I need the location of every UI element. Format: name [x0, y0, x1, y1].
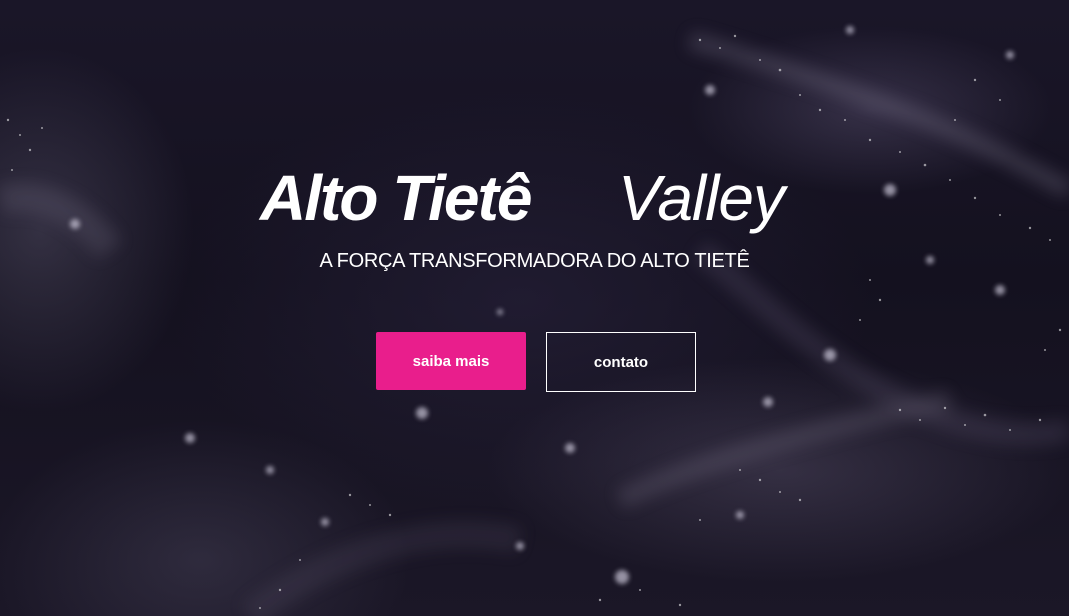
glow-dots [70, 26, 1014, 584]
saiba-mais-button[interactable]: saiba mais [376, 332, 526, 390]
smoke-waves [0, 31, 1069, 616]
particle-specks [6, 34, 1062, 609]
hero-section: Alto Tietê Valley A FORÇA TRANSFORMADORA… [0, 0, 1069, 616]
brand-title-bold: Alto Tietê [260, 162, 532, 234]
brand-tagline: A FORÇA TRANSFORMADORA DO ALTO TIETÊ [319, 250, 750, 272]
brand-title-light: Valley [618, 162, 785, 234]
particle-background [0, 26, 1069, 616]
contato-button[interactable]: contato [546, 332, 696, 392]
